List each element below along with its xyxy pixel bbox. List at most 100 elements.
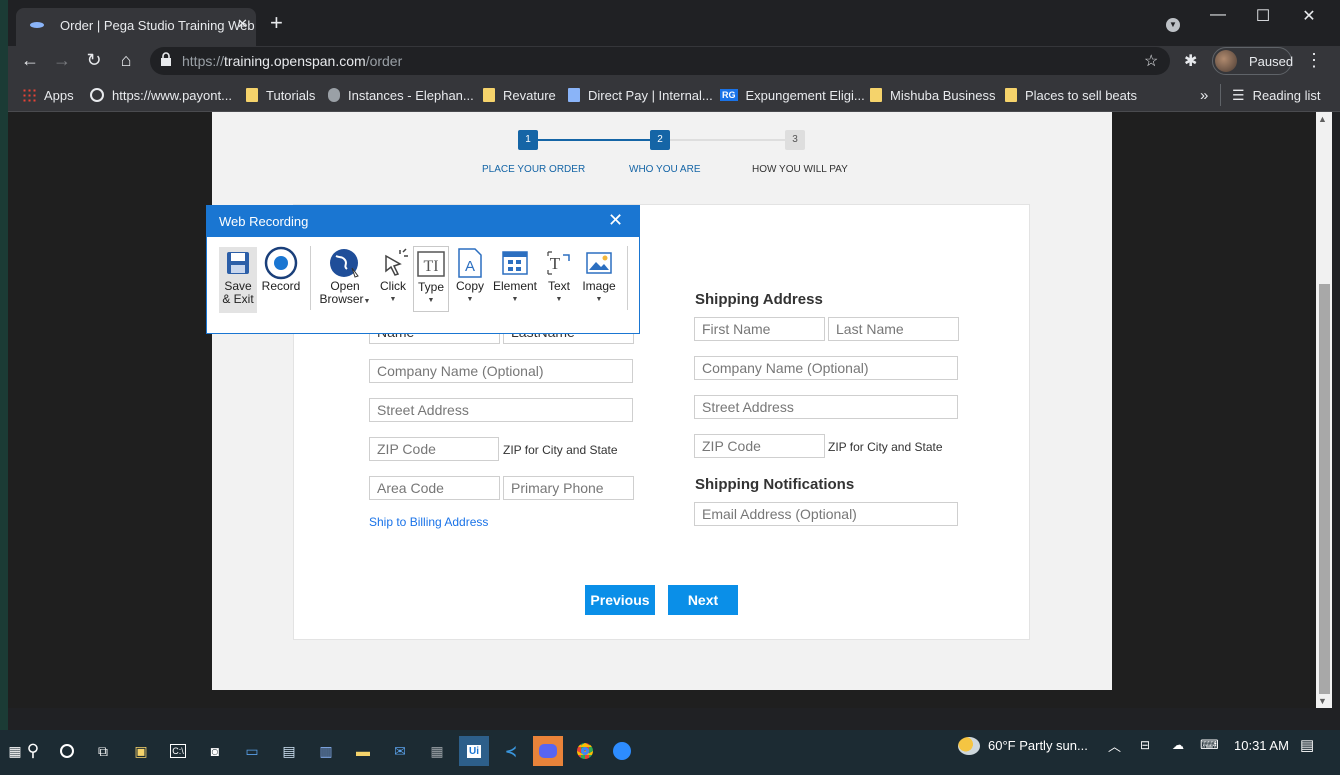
shipping-last-name-input[interactable]: Last Name [828,317,959,341]
toolbar-separator [310,246,311,310]
image-button[interactable]: Image ▼ [580,246,618,306]
reading-list-button[interactable]: ☰ Reading list [1232,85,1321,105]
text-capture-icon: T [547,251,570,275]
step-3-number: 3 [785,130,805,150]
bookmark-apps[interactable]: Apps [22,85,74,105]
step-2-label: WHO YOU ARE [629,164,701,175]
billing-street-input[interactable]: Street Address [369,398,633,422]
minimize-button[interactable]: — [1203,6,1233,24]
bookmark-tutorials[interactable]: Tutorials [246,85,315,105]
site-icon [568,88,580,102]
bookmark-places-to-sell[interactable]: Places to sell beats [1005,85,1137,105]
chrome-icon[interactable] [570,736,600,766]
scrollbar-thumb[interactable] [1319,284,1330,694]
tray-chevron-up-icon[interactable]: ︿ [1108,736,1121,755]
notepad-icon[interactable]: ▤ [274,736,304,766]
file-explorer-icon[interactable]: ▬ [348,736,378,766]
reload-icon[interactable]: ↻ [82,50,106,71]
folder-icon [483,88,495,102]
billing-area-code-input[interactable]: Area Code [369,476,500,500]
click-button[interactable]: Click ▼ [375,246,411,306]
maximize-button[interactable]: ☐ [1248,6,1278,26]
notifications-icon[interactable]: ▤ [1300,736,1314,754]
scroll-up-icon[interactable]: ▲ [1318,114,1327,124]
copy-document-icon: A [458,248,482,278]
bookmark-direct-pay[interactable]: Direct Pay | Internal... [568,85,713,105]
type-button[interactable]: TI Type ▼ [413,246,449,312]
browser-tab[interactable]: Order | Pega Studio Training Web [16,8,256,46]
extensions-puzzle-icon[interactable]: ✱ [1184,51,1197,71]
search-icon[interactable]: ⚲ [18,736,48,766]
close-window-button[interactable]: ✕ [1294,6,1324,26]
folder-icon [246,88,258,102]
tab-search-icon[interactable]: ▼ [1166,18,1180,32]
bookmarks-overflow-icon[interactable]: » [1200,85,1208,105]
cortana-icon[interactable] [52,736,82,766]
shipping-first-name-input[interactable]: First Name [694,317,825,341]
discord-icon[interactable] [533,736,563,766]
bookmark-mishuba[interactable]: Mishuba Business [870,85,996,105]
network-icon[interactable]: ⊟ [1140,738,1150,752]
document-icon[interactable]: ▥ [311,736,341,766]
tab-close-icon[interactable]: ✕ [237,16,248,32]
scroll-down-icon[interactable]: ▼ [1318,696,1327,706]
monitor-icon[interactable]: ▭ [237,736,267,766]
element-button[interactable]: Element ▼ [492,246,538,306]
bookmark-expungement[interactable]: RG Expungement Eligi... [720,85,865,105]
tab-title: Order | Pega Studio Training Web [60,18,255,33]
bookmark-instances[interactable]: Instances - Elephan... [328,85,474,105]
terminal-icon[interactable]: C:\ [163,736,193,766]
mouse-click-icon [385,248,408,276]
billing-company-input[interactable]: Company Name (Optional) [369,359,633,383]
web-recording-close-icon[interactable]: ✕ [608,210,623,231]
billing-zip-input[interactable]: ZIP Code [369,437,499,461]
ship-to-billing-link[interactable]: Ship to Billing Address [369,515,488,529]
vscode-icon[interactable]: ≺ [496,736,526,766]
shipping-street-input[interactable]: Street Address [694,395,958,419]
reading-list-icon: ☰ [1232,86,1245,103]
weather-icon[interactable] [958,737,980,755]
globe-cursor-icon [330,249,359,278]
bookmark-revature[interactable]: Revature [483,85,556,105]
shipping-email-input[interactable]: Email Address (Optional) [694,502,958,526]
globe-icon [90,88,104,102]
zoom-icon[interactable] [607,736,637,766]
svg-text:TI: TI [423,258,438,275]
chevron-down-icon: ▼ [555,296,563,303]
copy-button[interactable]: A Copy ▼ [452,246,488,306]
forward-arrow-icon[interactable]: → [50,50,74,71]
new-tab-button[interactable]: + [270,12,283,34]
bookmark-star-icon[interactable]: ☆ [1144,51,1158,71]
stepper-line-done [538,139,650,141]
task-view-icon[interactable]: ⧉ [88,736,118,766]
open-browser-button[interactable]: Open Browser▼ [318,246,372,308]
bookmarks-divider [1220,84,1221,106]
svg-text:A: A [465,258,475,275]
weather-text[interactable]: 60°F Partly sun... [988,738,1088,753]
uipath-icon[interactable]: Ui [459,736,489,766]
stepper-line-todo [670,139,785,141]
record-button[interactable]: Record [261,246,301,293]
bookmark-payont[interactable]: https://www.payont... [90,85,232,105]
step-1-number: 1 [518,130,538,150]
billing-phone-input[interactable]: Primary Phone [503,476,634,500]
home-icon[interactable]: ⌂ [114,50,138,71]
previous-button[interactable]: Previous [585,585,655,615]
back-arrow-icon[interactable]: ← [18,50,42,71]
more-menu-icon[interactable]: ⋮ [1305,50,1323,71]
clock-time[interactable]: 10:31 AM [1234,738,1289,753]
save-exit-tool[interactable]: Save & Exit [219,246,257,306]
shipping-zip-input[interactable]: ZIP Code [694,434,825,458]
keyboard-icon[interactable]: ⌨ [1200,737,1219,753]
shipping-company-input[interactable]: Company Name (Optional) [694,356,958,380]
store-icon[interactable]: ▣ [126,736,156,766]
next-button[interactable]: Next [668,585,738,615]
mail-icon[interactable]: ✉ [385,736,415,766]
apps-grid-icon [22,88,36,102]
camera-icon[interactable]: ◙ [200,736,230,766]
text-button[interactable]: T Text ▼ [542,246,576,306]
cloud-icon[interactable]: ☁ [1172,738,1184,752]
chevron-down-icon: ▼ [466,296,474,303]
desktop-background [0,0,8,730]
keyboard-app-icon[interactable]: ▦ [422,736,452,766]
